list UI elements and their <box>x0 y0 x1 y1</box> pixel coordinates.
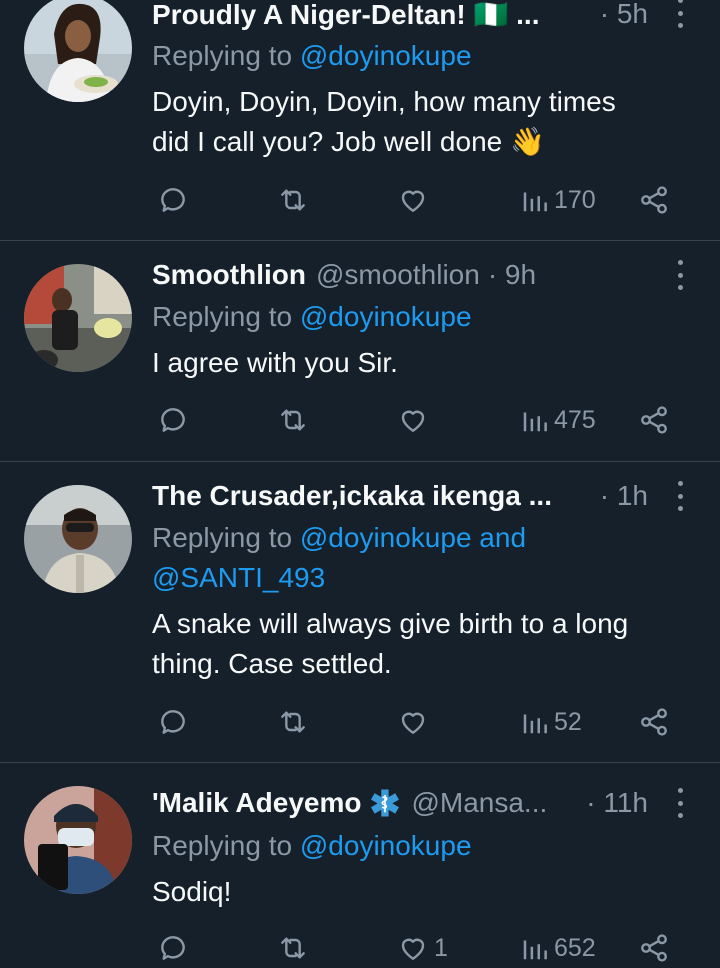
like-button[interactable] <box>396 404 434 436</box>
like-button[interactable] <box>396 184 434 216</box>
share-icon <box>641 708 667 736</box>
avatar[interactable] <box>24 264 132 372</box>
reply-button[interactable] <box>157 404 189 436</box>
like-button[interactable]: 1 <box>396 932 448 964</box>
share-icon <box>641 934 667 962</box>
view-count: 652 <box>554 933 596 962</box>
retweet-icon <box>281 937 305 959</box>
replying-to: Replying to @doyinokupe <box>152 40 472 71</box>
author-handle[interactable]: @Mansa... <box>411 787 547 819</box>
more-options-icon[interactable] <box>668 481 692 511</box>
tweet-header: The Crusader,ickaka ikenga ... · 1h <box>152 476 680 516</box>
reply-icon <box>161 936 185 960</box>
views-icon <box>523 192 547 212</box>
reply-button[interactable] <box>157 184 189 216</box>
retweet-icon <box>281 409 305 431</box>
share-button[interactable] <box>638 706 670 738</box>
more-options-icon[interactable] <box>668 788 692 818</box>
timestamp[interactable]: · 11h <box>586 787 648 819</box>
timestamp[interactable]: · 9h <box>488 259 536 291</box>
more-options-icon[interactable] <box>668 0 692 28</box>
mention-link[interactable]: @doyinokupe <box>300 830 472 861</box>
reply-icon <box>161 710 185 734</box>
tweet-2[interactable]: Smoothlion @smoothlion · 9h Replying to … <box>0 241 720 461</box>
timestamp[interactable]: · 5h <box>600 0 648 30</box>
share-button[interactable] <box>638 404 670 436</box>
heart-icon <box>401 712 425 734</box>
tweet-text: Doyin, Doyin, Doyin, how many times did … <box>152 86 616 157</box>
mention-link-2[interactable]: @SANTI_493 <box>152 562 325 593</box>
reply-button[interactable] <box>157 706 189 738</box>
views-button[interactable]: 475 <box>520 404 596 436</box>
mention-link[interactable]: @doyinokupe <box>300 40 472 71</box>
reply-icon <box>161 188 185 212</box>
tweet-header: Smoothlion @smoothlion · 9h <box>152 255 680 295</box>
view-count: 475 <box>554 405 596 434</box>
mention-link[interactable]: @doyinokupe <box>300 301 472 332</box>
avatar[interactable] <box>24 485 132 593</box>
share-icon <box>641 406 667 434</box>
retweet-button[interactable] <box>276 404 310 436</box>
views-button[interactable]: 652 <box>520 932 596 964</box>
share-button[interactable] <box>638 184 670 216</box>
share-icon <box>641 186 667 214</box>
tweet-actions: 475 <box>0 400 720 440</box>
medical-badge-icon <box>369 787 401 819</box>
author-handle[interactable]: @smoothlion <box>316 259 480 291</box>
avatar[interactable] <box>24 0 132 102</box>
replying-to: Replying to @doyinokupe <box>152 301 472 332</box>
mention-link[interactable]: @doyinokupe and <box>300 522 526 553</box>
tweet-actions: 52 <box>0 702 720 742</box>
tweet-1[interactable]: Proudly A Niger-Deltan! 🇳🇬 ... · 5h Repl… <box>0 0 720 240</box>
author-name[interactable]: Proudly A Niger-Deltan! 🇳🇬 ... <box>152 0 540 31</box>
tweet-text: A snake will always give birth to a long… <box>152 608 629 679</box>
tweet-text: I agree with you Sir. <box>152 347 398 378</box>
heart-icon <box>401 190 425 212</box>
author-name[interactable]: 'Malik Adeyemo <box>152 787 361 819</box>
views-button[interactable]: 52 <box>520 706 582 738</box>
heart-icon <box>401 938 425 960</box>
share-button[interactable] <box>638 932 670 964</box>
retweet-icon <box>281 189 305 211</box>
replying-to: Replying to @doyinokupe <box>152 830 472 861</box>
tweet-header: 'Malik Adeyemo @Mansa... · 11h <box>152 783 680 823</box>
like-button[interactable] <box>396 706 434 738</box>
retweet-button[interactable] <box>276 932 310 964</box>
heart-icon <box>401 410 425 432</box>
tweet-text: Sodiq! <box>152 876 232 907</box>
views-icon <box>523 412 547 432</box>
views-button[interactable]: 170 <box>520 184 596 216</box>
views-icon <box>523 714 547 734</box>
more-options-icon[interactable] <box>668 260 692 290</box>
view-count: 170 <box>554 185 596 214</box>
author-name[interactable]: Smoothlion <box>152 259 306 291</box>
reply-icon <box>161 408 185 432</box>
reply-button[interactable] <box>157 932 189 964</box>
retweet-button[interactable] <box>276 706 310 738</box>
view-count: 52 <box>554 707 582 736</box>
tweet-header: Proudly A Niger-Deltan! 🇳🇬 ... · 5h <box>152 0 680 34</box>
replying-to: Replying to @doyinokupe and @SANTI_493 <box>152 522 527 593</box>
tweet-4[interactable]: 'Malik Adeyemo @Mansa... · 11h Replying … <box>0 763 720 965</box>
author-name[interactable]: The Crusader,ickaka ikenga ... <box>152 480 552 512</box>
like-count: 1 <box>434 933 448 962</box>
views-icon <box>523 940 547 960</box>
tweet-actions: 1 652 <box>0 928 720 968</box>
tweet-actions: 170 <box>0 180 720 220</box>
tweet-3[interactable]: The Crusader,ickaka ikenga ... · 1h Repl… <box>0 462 720 762</box>
avatar[interactable] <box>24 786 132 894</box>
retweet-icon <box>281 711 305 733</box>
timestamp[interactable]: · 1h <box>600 480 648 512</box>
retweet-button[interactable] <box>276 184 310 216</box>
